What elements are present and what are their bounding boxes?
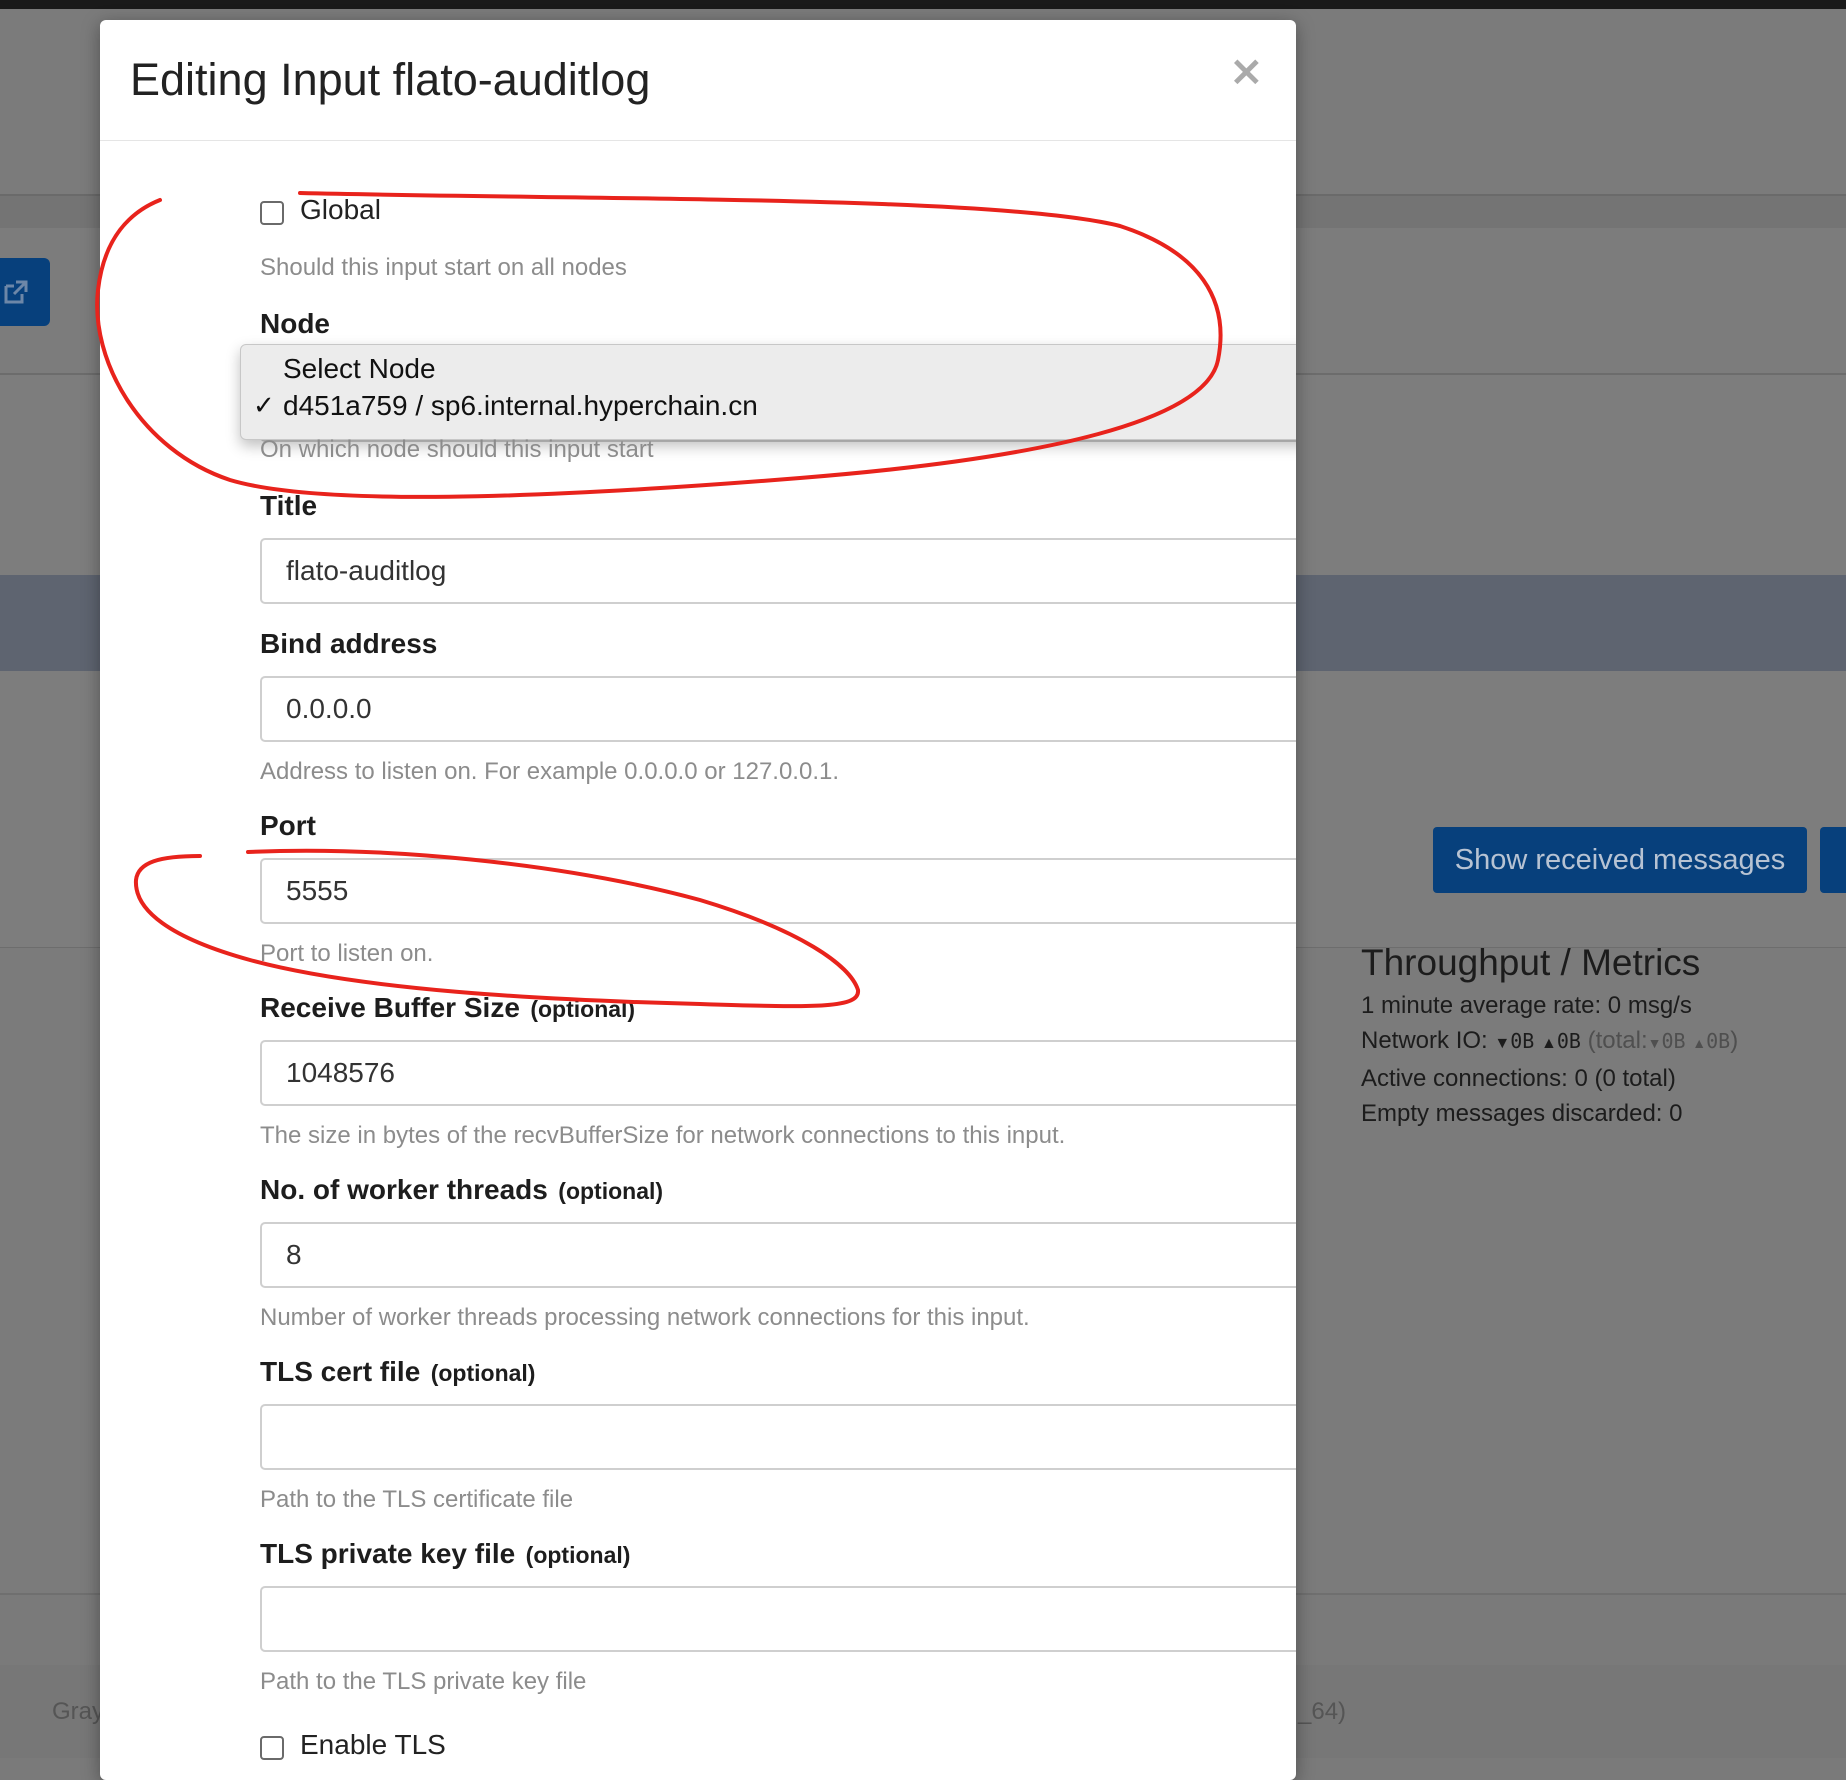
tls-key-label: TLS private key file <box>260 1538 516 1569</box>
close-icon[interactable]: × <box>1229 46 1264 95</box>
worker-threads-help: Number of worker threads processing netw… <box>260 1304 1030 1331</box>
port-help: Port to listen on. <box>260 940 434 967</box>
worker-threads-label-row: No. of worker threads (optional) <box>260 1174 663 1206</box>
optional-tag: (optional) <box>525 1542 631 1568</box>
recv-buffer-help: The size in bytes of the recvBufferSize … <box>260 1122 1066 1149</box>
io-total-label: (total: <box>1587 1027 1648 1054</box>
check-icon: ✓ <box>253 390 275 420</box>
worker-threads-input[interactable]: 8 <box>260 1222 1296 1288</box>
node-option[interactable]: Select Node <box>283 353 436 385</box>
node-help: On which node should this input start <box>260 436 654 463</box>
top-bar <box>0 0 1846 9</box>
port-label: Port <box>260 810 316 841</box>
external-link-button[interactable] <box>0 258 50 326</box>
optional-tag: (optional) <box>558 1178 664 1204</box>
node-dropdown[interactable]: Select Node ✓ d451a759 / sp6.internal.hy… <box>240 344 1296 440</box>
io-total-up: 0B <box>1706 1029 1731 1053</box>
recv-buffer-label-row: Receive Buffer Size (optional) <box>260 992 635 1024</box>
io-total-down: 0B <box>1661 1029 1686 1053</box>
port-input[interactable]: 5555 <box>260 858 1296 924</box>
footer-text: _64) <box>1298 1698 1347 1725</box>
title-input[interactable]: flato-auditlog <box>260 538 1296 604</box>
optional-tag: (optional) <box>430 1360 536 1386</box>
worker-threads-label: No. of worker threads <box>260 1174 548 1205</box>
io-down: 0B <box>1510 1029 1535 1053</box>
global-help: Should this input start on all nodes <box>260 254 627 281</box>
tls-key-input[interactable] <box>260 1586 1296 1652</box>
more-actions-button[interactable] <box>1820 827 1846 893</box>
arrow-up-icon: ▲ <box>1540 1035 1557 1052</box>
node-option-selected[interactable]: d451a759 / sp6.internal.hyperchain.cn <box>283 390 758 422</box>
arrow-down-icon: ▼ <box>1494 1035 1511 1052</box>
bind-address-label: Bind address <box>260 628 438 659</box>
tls-cert-help: Path to the TLS certificate file <box>260 1486 574 1513</box>
active-connections: Active connections: 0 (0 total) <box>1361 1065 1676 1092</box>
external-link-icon <box>4 280 28 304</box>
io-up: 0B <box>1556 1029 1581 1053</box>
arrow-up-icon: ▲ <box>1692 1035 1707 1051</box>
bind-address-help: Address to listen on. For example 0.0.0.… <box>260 758 839 785</box>
tls-key-help: Path to the TLS private key file <box>260 1668 587 1695</box>
enable-tls-checkbox[interactable] <box>260 1736 284 1760</box>
show-received-messages-button[interactable]: Show received messages <box>1433 827 1807 893</box>
empty-messages-discarded: Empty messages discarded: 0 <box>1361 1100 1683 1127</box>
optional-tag: (optional) <box>530 996 636 1022</box>
network-io: Network IO: ▼0B ▲0B (total:▼0B ▲0B) <box>1361 1023 1738 1061</box>
tls-cert-label: TLS cert file <box>260 1356 421 1387</box>
metrics-panel: Throughput / Metrics 1 minute average ra… <box>1361 942 1738 1131</box>
modal-title: Editing Input flato-auditlog <box>130 54 651 105</box>
io-total-close: ) <box>1730 1027 1739 1054</box>
tls-cert-label-row: TLS cert file (optional) <box>260 1356 535 1388</box>
footer-text: Gray <box>52 1698 105 1725</box>
node-label: Node <box>260 308 330 339</box>
network-io-label: Network IO: <box>1361 1027 1488 1054</box>
tls-key-label-row: TLS private key file (optional) <box>260 1538 630 1570</box>
edit-input-modal: Editing Input flato-auditlog × Global Sh… <box>100 20 1296 1780</box>
recv-buffer-input[interactable]: 1048576 <box>260 1040 1296 1106</box>
global-checkbox[interactable] <box>260 201 284 225</box>
enable-tls-label: Enable TLS <box>300 1729 446 1760</box>
bind-address-input[interactable]: 0.0.0.0 <box>260 676 1296 742</box>
avg-rate: 1 minute average rate: 0 msg/s <box>1361 992 1692 1019</box>
tls-cert-input[interactable] <box>260 1404 1296 1470</box>
modal-header: Editing Input flato-auditlog × <box>100 20 1296 141</box>
arrow-down-icon: ▼ <box>1647 1035 1662 1051</box>
title-label: Title <box>260 490 318 521</box>
metrics-title: Throughput / Metrics <box>1361 942 1701 983</box>
global-label: Global <box>300 194 381 225</box>
recv-buffer-label: Receive Buffer Size <box>260 992 520 1023</box>
